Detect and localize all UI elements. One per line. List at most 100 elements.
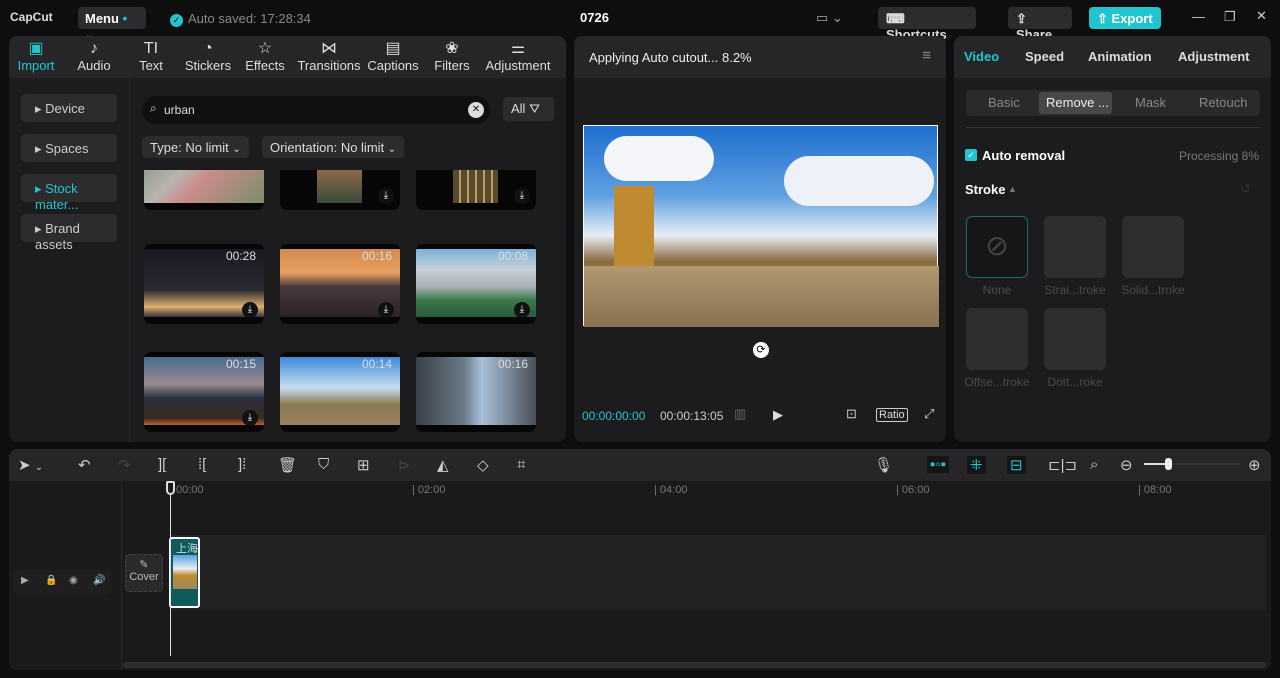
sidebar-item-stock-material[interactable]: ▸ Stock mater... — [21, 174, 117, 212]
share-button[interactable]: ⇪ Share — [1008, 7, 1072, 42]
download-icon[interactable]: ⤓ — [242, 410, 258, 426]
tab-stickers[interactable]: ◔ Stickers — [178, 40, 238, 73]
split-left-icon[interactable]: ⁞[ — [198, 456, 206, 473]
layout-icon[interactable]: ▭ ⌄ — [816, 10, 843, 26]
rotate-icon[interactable]: ⟳ — [753, 342, 769, 358]
volume-icon[interactable]: 🔊 — [93, 575, 105, 586]
stock-thumb[interactable]: 00:15 ⤓ — [144, 352, 264, 432]
timeline-view-icon[interactable]: ▥ — [734, 406, 746, 422]
auto-snap-icon[interactable]: ⁜ — [967, 456, 986, 474]
restore-icon[interactable]: ❐ — [1224, 9, 1236, 25]
cover-button[interactable]: ✎ Cover — [125, 554, 163, 592]
tab-filters[interactable]: ❀ Filters — [422, 40, 482, 73]
sidebar-item-spaces[interactable]: ▸ Spaces — [21, 134, 117, 162]
all-filter-button[interactable]: All ⛛ — [503, 97, 554, 121]
stock-thumb[interactable]: ⤓ — [280, 170, 400, 210]
main-track-magnet-icon[interactable]: ▪◦▪ — [927, 456, 949, 473]
zoom-out-icon[interactable]: ⊖ — [1120, 456, 1133, 474]
preview-axis-icon[interactable]: ⊏|⊐ — [1048, 456, 1077, 474]
type-filter-dropdown[interactable]: Type: No limit ⌄ — [142, 136, 249, 158]
download-icon[interactable]: ⤓ — [378, 302, 394, 318]
tab-text[interactable]: TI Text — [121, 40, 181, 73]
search-input[interactable]: ⌕ urban ✕ — [142, 96, 490, 124]
undo-icon[interactable]: ↶ — [78, 456, 91, 474]
video-clip[interactable]: 上海 — [169, 537, 200, 608]
tab-animation[interactable]: Animation — [1088, 49, 1152, 64]
video-preview[interactable] — [583, 125, 939, 327]
stock-thumb[interactable]: 00:14 — [280, 352, 400, 432]
fullscreen-icon[interactable]: ⤢ — [924, 406, 934, 422]
download-icon[interactable]: ⤓ — [514, 302, 530, 318]
subtab-retouch[interactable]: Retouch — [1199, 95, 1247, 110]
stroke-heading[interactable]: Stroke — [965, 182, 1005, 197]
zoom-slider[interactable] — [1144, 458, 1240, 470]
subtab-mask[interactable]: Mask — [1135, 95, 1166, 110]
split-right-icon[interactable]: ]⁞ — [238, 456, 246, 473]
close-icon[interactable]: ✕ — [1256, 8, 1267, 24]
stroke-offset[interactable] — [966, 308, 1028, 370]
microphone-icon[interactable]: 🎙 — [874, 456, 893, 474]
zoom-slider-handle[interactable] — [1165, 458, 1172, 470]
tab-transitions[interactable]: ⋈ Transitions — [294, 40, 364, 73]
tab-adjustment[interactable]: Adjustment — [1178, 49, 1250, 64]
lock-icon[interactable]: 🔒 — [45, 575, 57, 586]
stock-thumb[interactable] — [144, 170, 264, 210]
tab-import[interactable]: ▣ Import — [9, 40, 66, 73]
stroke-dotted[interactable] — [1044, 308, 1106, 370]
select-tool-icon[interactable]: ➤ ⌄ — [18, 456, 43, 474]
edit-icon: ✎ — [139, 559, 149, 571]
play-icon[interactable]: ▶ — [773, 407, 783, 423]
tab-video[interactable]: Video — [964, 49, 999, 64]
eye-icon[interactable]: ◉ — [69, 575, 78, 586]
stock-thumb[interactable]: 00:28 ⤓ — [144, 244, 264, 324]
rotate-icon[interactable]: ◇ — [477, 456, 489, 474]
caret-up-icon[interactable]: ▲ — [1008, 184, 1017, 194]
stroke-none[interactable]: ⊘ — [966, 216, 1028, 278]
playhead-handle[interactable] — [166, 481, 175, 495]
sidebar-item-brand-assets[interactable]: ▸ Brand assets — [21, 214, 117, 252]
minimize-icon[interactable]: — — [1192, 9, 1205, 24]
crop-icon[interactable]: ⌗ — [517, 456, 525, 473]
zoom-timeline-icon[interactable]: ⌕ — [1090, 456, 1098, 473]
stock-thumb[interactable]: ⤓ — [416, 170, 536, 210]
download-icon[interactable]: ⤓ — [378, 188, 394, 204]
marker-icon[interactable]: ⛉ — [318, 456, 329, 473]
sidebar-item-device[interactable]: ▸ Device — [21, 94, 117, 122]
ratio-button[interactable]: Ratio — [876, 408, 908, 422]
subtab-remove-background[interactable]: Remove ... — [1039, 92, 1112, 114]
export-button[interactable]: ⇧ Export — [1089, 7, 1161, 29]
reverse-icon[interactable]: ⊳ — [398, 456, 411, 474]
menu-button[interactable]: Menu • ⌄ — [78, 7, 146, 41]
clear-search-icon[interactable]: ✕ — [468, 102, 484, 118]
reset-icon[interactable]: ↺ — [1240, 181, 1251, 197]
stroke-solid[interactable] — [1122, 216, 1184, 278]
hamburger-menu-icon[interactable]: ≡ — [922, 47, 931, 64]
tab-speed[interactable]: Speed — [1025, 49, 1064, 64]
tab-captions[interactable]: ▤ Captions — [363, 40, 423, 73]
tab-adjustment[interactable]: ⚌ Adjustment — [483, 40, 553, 73]
stock-thumb[interactable]: 00:16 ⤓ — [280, 244, 400, 324]
tab-effects[interactable]: ☆ Effects — [235, 40, 295, 73]
link-icon[interactable]: ⊟ — [1007, 456, 1026, 474]
zoom-in-icon[interactable]: ⊕ — [1248, 456, 1261, 474]
stock-thumb[interactable]: 00:08 ⤓ — [416, 244, 536, 324]
shortcuts-button[interactable]: ⌨ Shortcuts — [878, 7, 976, 42]
freeze-icon[interactable]: ⊞ — [357, 456, 370, 474]
stroke-straight[interactable] — [1044, 216, 1106, 278]
playhead[interactable] — [170, 490, 171, 656]
track-video-icon[interactable]: ▶ — [21, 575, 29, 586]
subtab-basic[interactable]: Basic — [988, 95, 1020, 110]
mirror-icon[interactable]: ◭ — [437, 456, 449, 474]
orientation-filter-dropdown[interactable]: Orientation: No limit ⌄ — [262, 136, 405, 158]
stock-thumb[interactable]: 00:16 — [416, 352, 536, 432]
project-title[interactable]: 0726 — [580, 10, 609, 25]
horizontal-scrollbar[interactable] — [123, 662, 1266, 668]
zoom-fit-icon[interactable]: ⊡ — [846, 406, 857, 422]
download-icon[interactable]: ⤓ — [514, 188, 530, 204]
auto-removal-checkbox[interactable]: ✓ — [965, 149, 977, 161]
download-icon[interactable]: ⤓ — [242, 302, 258, 318]
tab-audio[interactable]: ♪ Audio — [64, 40, 124, 73]
split-icon[interactable]: ][ — [158, 456, 166, 473]
redo-icon[interactable]: ↷ — [118, 456, 131, 474]
delete-icon[interactable]: 🗑 — [278, 456, 297, 474]
